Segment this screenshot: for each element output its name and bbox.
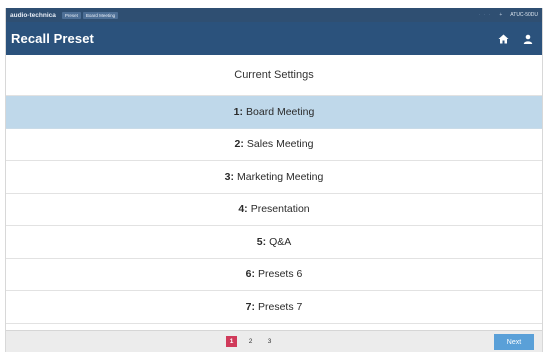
status-indicator: +	[499, 12, 503, 18]
preset-row-4[interactable]: 4: Presentation	[6, 194, 542, 226]
preset-number: 6:	[245, 268, 255, 281]
preset-row-1[interactable]: 1: Board Meeting	[6, 96, 542, 129]
preset-number: 1:	[233, 105, 244, 118]
breadcrumb-current[interactable]: Board Meeting	[82, 11, 119, 19]
brand-logo: audio-technica	[10, 11, 56, 19]
current-settings-row[interactable]: Current Settings	[6, 55, 542, 96]
preset-row-5[interactable]: 5: Q&A	[6, 226, 542, 259]
preset-number: 3:	[224, 170, 234, 183]
page-title: Recall Preset	[11, 31, 94, 46]
preset-number: 7:	[245, 300, 255, 313]
preset-name: Presets 7	[257, 300, 303, 313]
device-name: ATUC-50DU	[510, 12, 538, 18]
footer-bar: 1 2 3 Next	[6, 330, 542, 352]
current-settings-label: Current Settings	[234, 69, 314, 81]
preset-name: Q&A	[269, 235, 292, 248]
preset-list: Current Settings 1: Board Meeting 2: Sal…	[6, 55, 542, 324]
preset-name: Board Meeting	[246, 105, 315, 118]
preset-row-7[interactable]: 7: Presets 7	[6, 291, 542, 324]
user-icon[interactable]	[523, 34, 533, 44]
status-right: · · · + ATUC-50DU	[479, 12, 538, 18]
next-button[interactable]: Next	[494, 334, 534, 350]
page-button-3[interactable]: 3	[264, 336, 275, 347]
preset-name: Marketing Meeting	[236, 170, 324, 183]
breadcrumb-preset[interactable]: Preset	[61, 11, 81, 19]
pagination: 1 2 3	[226, 336, 275, 347]
app-frame: audio-technica Preset Board Meeting · · …	[5, 8, 543, 352]
home-icon[interactable]	[498, 34, 509, 44]
preset-row-2[interactable]: 2: Sales Meeting	[6, 129, 542, 161]
page-button-1[interactable]: 1	[226, 336, 237, 347]
preset-name: Presets 6	[257, 268, 303, 281]
preset-name: Sales Meeting	[246, 138, 314, 151]
preset-number: 5:	[256, 235, 267, 248]
title-bar: Recall Preset	[6, 22, 542, 55]
preset-number: 2:	[234, 138, 244, 151]
preset-name: Presentation	[250, 203, 310, 216]
preset-row-3[interactable]: 3: Marketing Meeting	[6, 161, 542, 194]
preset-number: 4:	[238, 203, 248, 216]
page-button-2[interactable]: 2	[245, 336, 256, 347]
status-bar: audio-technica Preset Board Meeting · · …	[6, 8, 542, 22]
header-actions	[498, 34, 537, 44]
preset-row-6[interactable]: 6: Presets 6	[6, 259, 542, 291]
signal-dots: · · ·	[478, 12, 492, 18]
